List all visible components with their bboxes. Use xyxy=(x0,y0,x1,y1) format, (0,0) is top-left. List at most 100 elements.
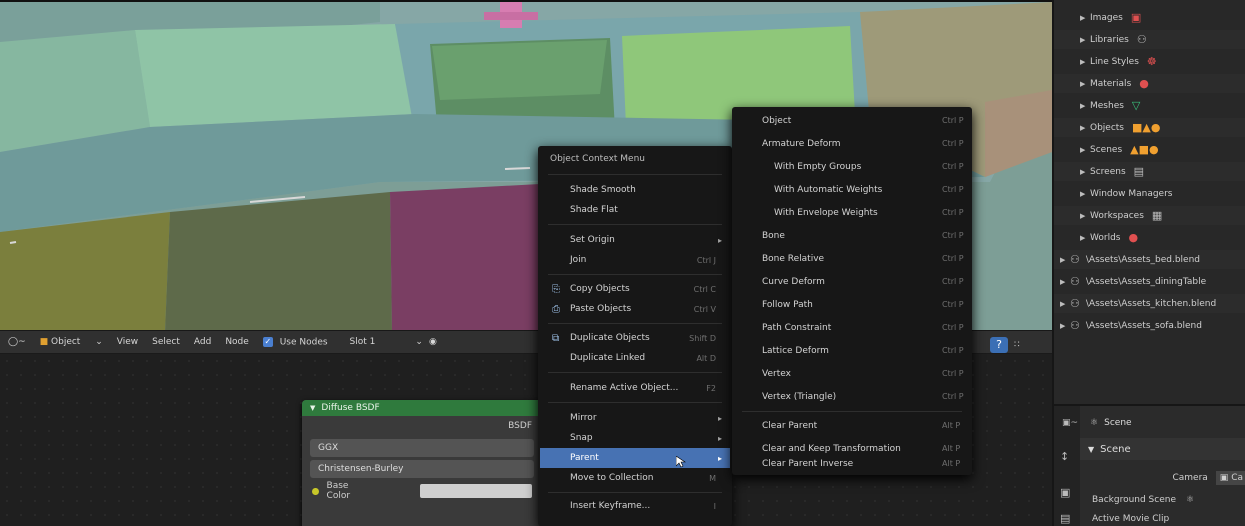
submenu-item-with-automatic-weights[interactable]: With Automatic Weights Ctrl P xyxy=(732,178,972,201)
submenu-item-clear-parent-inverse[interactable]: Clear Parent Inverse Alt P xyxy=(732,452,972,475)
editor-type-selector[interactable]: ◯~ xyxy=(8,337,26,347)
subsurface-method-dropdown[interactable]: Christensen-Burley xyxy=(310,460,534,478)
submenu-item-armature-deform[interactable]: Armature Deform Ctrl P xyxy=(732,132,972,155)
grid-icon[interactable]: ∷ xyxy=(1014,340,1020,350)
library-link-icon: ⚇ xyxy=(1070,253,1080,266)
expand-arrow-icon[interactable]: ▶ xyxy=(1080,234,1090,242)
menu-item-copy-objects[interactable]: ⎘ Copy Objects Ctrl C xyxy=(540,279,730,299)
menu-item-set-origin[interactable]: Set Origin ▸ xyxy=(540,230,730,250)
material-sphere-icon[interactable]: ◉ xyxy=(429,337,437,347)
submenu-item-follow-path[interactable]: Follow Path Ctrl P xyxy=(732,293,972,316)
scene-icon[interactable]: ⚛ xyxy=(1186,495,1194,505)
camera-row: Camera ▣ Ca xyxy=(1080,468,1245,488)
outliner-library-kitchen[interactable]: ▶ ⚇ \Assets\Assets_kitchen.blend xyxy=(1054,294,1245,313)
view-menu[interactable]: View xyxy=(117,337,138,347)
output-icon[interactable]: ▤ xyxy=(1060,512,1074,526)
menu-item-duplicate-objects[interactable]: ⧉ Duplicate Objects Shift D xyxy=(540,328,730,348)
submenu-item-bone-relative[interactable]: Bone Relative Ctrl P xyxy=(732,247,972,270)
render-icon[interactable]: ▣ xyxy=(1060,486,1074,500)
expand-arrow-icon[interactable]: ▶ xyxy=(1080,168,1090,176)
use-nodes-toggle[interactable]: ✓ Use Nodes xyxy=(262,336,328,347)
viewport-overlay-buttons: ? ∷ xyxy=(990,336,1052,354)
diffuse-bsdf-node[interactable]: ▼ Diffuse BSDF BSDF GGX Christensen-Burl… xyxy=(302,400,542,526)
outliner-library-dining-table[interactable]: ▶ ⚇ \Assets\Assets_diningTable xyxy=(1054,272,1245,291)
expand-arrow-icon[interactable]: ▶ xyxy=(1080,146,1090,154)
submenu-item-curve-deform[interactable]: Curve Deform Ctrl P xyxy=(732,270,972,293)
expand-arrow-icon[interactable]: ▶ xyxy=(1060,278,1070,286)
base-color-swatch[interactable] xyxy=(419,484,532,498)
submenu-item-with-envelope-weights[interactable]: With Envelope Weights Ctrl P xyxy=(732,201,972,224)
active-movie-clip-row: Active Movie Clip xyxy=(1092,514,1170,524)
object-mode-dropdown[interactable]: ■ Object ⌄ xyxy=(40,337,103,347)
collapse-arrow-icon[interactable]: ▼ xyxy=(310,404,315,412)
expand-arrow-icon[interactable]: ▶ xyxy=(1080,102,1090,110)
submenu-item-object[interactable]: Object Ctrl P xyxy=(732,109,972,132)
camera-field[interactable]: ▣ Ca xyxy=(1215,471,1245,485)
menu-item-mirror[interactable]: Mirror ▸ xyxy=(540,408,730,428)
menu-item-insert-keyframe[interactable]: Insert Keyframe... I xyxy=(540,496,730,516)
node-header[interactable]: ▼ Diffuse BSDF xyxy=(302,400,542,416)
scene-icon: ⚛ xyxy=(1090,418,1099,428)
menu-item-shade-smooth[interactable]: Shade Smooth xyxy=(540,180,730,200)
scene-name[interactable]: Scene xyxy=(1104,418,1131,428)
outliner-item-screens[interactable]: ▶ Screens ▤ xyxy=(1054,162,1245,181)
expand-arrow-icon[interactable]: ▶ xyxy=(1060,322,1070,330)
editor-type-icon[interactable]: ▣~ xyxy=(1062,418,1078,428)
expand-arrow-icon[interactable]: ▶ xyxy=(1080,124,1090,132)
outliner-item-images[interactable]: ▶ Images ▣ xyxy=(1054,8,1245,27)
expand-arrow-icon[interactable]: ▶ xyxy=(1080,190,1090,198)
menu-item-join[interactable]: Join Ctrl J xyxy=(540,250,730,270)
help-icon[interactable]: ? xyxy=(990,337,1008,353)
submenu-item-lattice-deform[interactable]: Lattice Deform Ctrl P xyxy=(732,339,972,362)
properties-panel: ↕ ▣ ▤ ▣~ ⚛ Scene ▼ Scene Camera ▣ Ca Bac… xyxy=(1052,404,1245,526)
outliner-library-bed[interactable]: ▶ ⚇ \Assets\Assets_bed.blend xyxy=(1054,250,1245,269)
menu-item-shade-flat[interactable]: Shade Flat xyxy=(540,200,730,220)
chevron-down-icon[interactable]: ⌄ xyxy=(415,337,423,347)
expand-arrow-icon[interactable]: ▶ xyxy=(1080,80,1090,88)
select-menu[interactable]: Select xyxy=(152,337,180,347)
submenu-item-bone[interactable]: Bone Ctrl P xyxy=(732,224,972,247)
object-icon: ■ xyxy=(39,337,49,347)
expand-arrow-icon[interactable]: ▶ xyxy=(1060,256,1070,264)
expand-arrow-icon[interactable]: ▶ xyxy=(1080,58,1090,66)
bsdf-output: BSDF xyxy=(508,421,532,431)
library-link-icon: ⚇ xyxy=(1070,319,1080,332)
outliner-item-libraries[interactable]: ▶ Libraries ⚇ xyxy=(1054,30,1245,49)
slot-dropdown[interactable]: Slot 1 xyxy=(350,337,376,347)
add-menu[interactable]: Add xyxy=(194,337,211,347)
outliner-item-meshes[interactable]: ▶ Meshes ▽ xyxy=(1054,96,1245,115)
submenu-item-vertex[interactable]: Vertex Ctrl P xyxy=(732,362,972,385)
collapse-arrow-icon[interactable]: ▼ xyxy=(1088,445,1094,454)
menu-item-parent[interactable]: Parent ▸ xyxy=(540,448,730,468)
menu-item-move-to-collection[interactable]: Move to Collection M xyxy=(540,468,730,488)
submenu-item-with-empty-groups[interactable]: With Empty Groups Ctrl P xyxy=(732,155,972,178)
outliner-library-sofa[interactable]: ▶ ⚇ \Assets\Assets_sofa.blend xyxy=(1054,316,1245,335)
outliner-item-line-styles[interactable]: ▶ Line Styles ☸ xyxy=(1054,52,1245,71)
menu-item-snap[interactable]: Snap ▸ xyxy=(540,428,730,448)
checkbox-checked-icon[interactable]: ✓ xyxy=(262,336,273,347)
outliner-item-window-managers[interactable]: ▶ Window Managers xyxy=(1054,184,1245,203)
node-menu[interactable]: Node xyxy=(225,337,249,347)
submenu-item-vertex-triangle[interactable]: Vertex (Triangle) Ctrl P xyxy=(732,385,972,408)
submenu-item-path-constraint[interactable]: Path Constraint Ctrl P xyxy=(732,316,972,339)
outliner-item-scenes[interactable]: ▶ Scenes ▲■● xyxy=(1054,140,1245,159)
outliner-item-objects[interactable]: ▶ Objects ■▲● xyxy=(1054,118,1245,137)
input-socket-icon[interactable] xyxy=(312,487,319,495)
menu-item-paste-objects[interactable]: ⎙ Paste Objects Ctrl V xyxy=(540,299,730,319)
expand-arrow-icon[interactable]: ▶ xyxy=(1080,36,1090,44)
chevron-down-icon: ⌄ xyxy=(95,337,103,347)
expand-arrow-icon[interactable]: ▶ xyxy=(1060,300,1070,308)
copy-icon: ⎘ xyxy=(552,283,560,295)
outliner-item-materials[interactable]: ▶ Materials ● xyxy=(1054,74,1245,93)
outliner-item-workspaces[interactable]: ▶ Workspaces ▦ xyxy=(1054,206,1245,225)
menu-item-duplicate-linked[interactable]: Duplicate Linked Alt D xyxy=(540,348,730,368)
expand-arrow-icon[interactable]: ▶ xyxy=(1080,212,1090,220)
tool-icon[interactable]: ↕ xyxy=(1060,450,1074,464)
outliner-panel[interactable]: ▶ Images ▣ ▶ Libraries ⚇ ▶ Line Styles ☸… xyxy=(1052,0,1245,404)
distribution-dropdown[interactable]: GGX xyxy=(310,439,534,457)
outliner-item-worlds[interactable]: ▶ Worlds ● xyxy=(1054,228,1245,247)
submenu-item-clear-parent[interactable]: Clear Parent Alt P xyxy=(732,414,972,437)
expand-arrow-icon[interactable]: ▶ xyxy=(1080,14,1090,22)
scene-section-header[interactable]: ▼ Scene xyxy=(1080,438,1245,460)
menu-item-rename-active-object[interactable]: Rename Active Object... F2 xyxy=(540,378,730,398)
